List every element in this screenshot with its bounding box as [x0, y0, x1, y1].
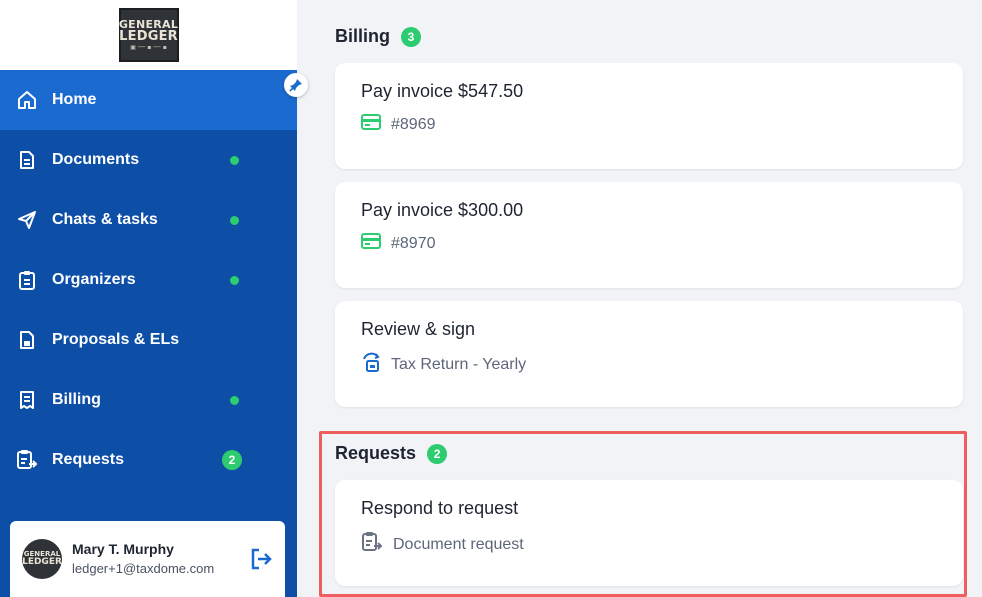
sidebar-item-requests[interactable]: Requests 2: [0, 430, 297, 490]
main-content: Billing 3 Pay invoice $547.50 #8969 Pay …: [297, 0, 982, 597]
request-type: Document request: [393, 535, 524, 553]
billing-section-title: Billing 3: [335, 26, 421, 47]
logout-icon[interactable]: [249, 547, 273, 576]
requests-count-badge: 2: [427, 443, 448, 464]
billing-card[interactable]: Review & sign Tax Return - Yearly: [335, 301, 963, 407]
credit-card-icon: [361, 114, 381, 135]
billing-card[interactable]: Pay invoice $300.00 #8970: [335, 182, 963, 288]
sidebar-item-home[interactable]: Home: [0, 70, 297, 130]
sidebar-item-label: Chats & tasks: [52, 211, 158, 228]
avatar-line-2: LEDGER: [22, 557, 62, 567]
logo-area: GENERAL LEDGER ▣ ── ▪ ── ▪: [0, 0, 297, 70]
company-logo[interactable]: GENERAL LEDGER ▣ ── ▪ ── ▪: [118, 8, 179, 62]
logo-emblem-icon: ▣ ── ▪ ── ▪: [130, 44, 167, 51]
sidebar-item-organizers[interactable]: Organizers: [0, 250, 297, 310]
home-icon: [16, 89, 38, 111]
sidebar-nav: Home Documents Chats & tasks Organizers: [0, 70, 297, 490]
sidebar-item-label: Documents: [52, 151, 140, 168]
sidebar-item-billing[interactable]: Billing: [0, 370, 297, 430]
sidebar-item-label: Organizers: [52, 271, 136, 288]
user-name: Mary T. Murphy: [72, 541, 174, 557]
invoice-number: #8970: [391, 234, 436, 252]
card-title: Respond to request: [361, 498, 519, 518]
sidebar: GENERAL LEDGER ▣ ── ▪ ── ▪ Home Document…: [0, 0, 297, 597]
card-subtitle: #8969: [361, 114, 937, 135]
requests-section-title: Requests 2: [335, 443, 448, 464]
billing-card[interactable]: Pay invoice $547.50 #8969: [335, 63, 963, 169]
user-email: ledger+1@taxdome.com: [72, 561, 215, 576]
request-icon: [361, 531, 383, 558]
billing-count-badge: 3: [401, 26, 421, 47]
sidebar-item-label: Proposals & ELs: [52, 331, 180, 348]
sidebar-item-label: Requests: [52, 451, 125, 468]
sidebar-item-proposals[interactable]: Proposals & ELs: [0, 310, 297, 370]
sidebar-item-chats-tasks[interactable]: Chats & tasks: [0, 190, 297, 250]
notification-dot: [230, 276, 239, 285]
card-title: Pay invoice $300.00: [361, 200, 524, 220]
invoice-number: #8969: [391, 115, 436, 133]
document-icon: [16, 149, 38, 171]
billing-title: Billing: [335, 26, 390, 46]
clipboard-icon: [16, 269, 38, 291]
credit-card-icon: [361, 233, 381, 254]
card-subtitle: Tax Return - Yearly: [361, 352, 937, 377]
requests-count-badge: 2: [222, 450, 242, 470]
sidebar-item-label: Home: [52, 91, 97, 108]
proposal-icon: [16, 329, 38, 351]
requests-title: Requests: [335, 443, 417, 463]
notification-dot: [230, 216, 239, 225]
sign-document-icon: [361, 352, 381, 377]
card-subtitle: #8970: [361, 233, 937, 254]
card-title: Pay invoice $547.50: [361, 81, 524, 101]
pin-sidebar-icon[interactable]: [284, 73, 308, 97]
sidebar-item-documents[interactable]: Documents: [0, 130, 297, 190]
send-icon: [16, 209, 38, 231]
logo-line-2: LEDGER: [119, 29, 178, 44]
card-title: Review & sign: [361, 319, 476, 339]
notification-dot: [230, 396, 239, 405]
document-name: Tax Return - Yearly: [391, 355, 527, 373]
request-icon: [16, 449, 38, 471]
receipt-icon: [16, 389, 38, 411]
avatar: GENERAL LEDGER: [22, 539, 62, 579]
user-card[interactable]: GENERAL LEDGER Mary T. Murphy ledger+1@t…: [10, 521, 285, 597]
request-card[interactable]: Respond to request Document request: [335, 480, 963, 586]
notification-dot: [230, 156, 239, 165]
sidebar-item-label: Billing: [52, 391, 101, 408]
card-subtitle: Document request: [361, 531, 937, 558]
user-info: Mary T. Murphy ledger+1@taxdome.com: [72, 541, 214, 576]
